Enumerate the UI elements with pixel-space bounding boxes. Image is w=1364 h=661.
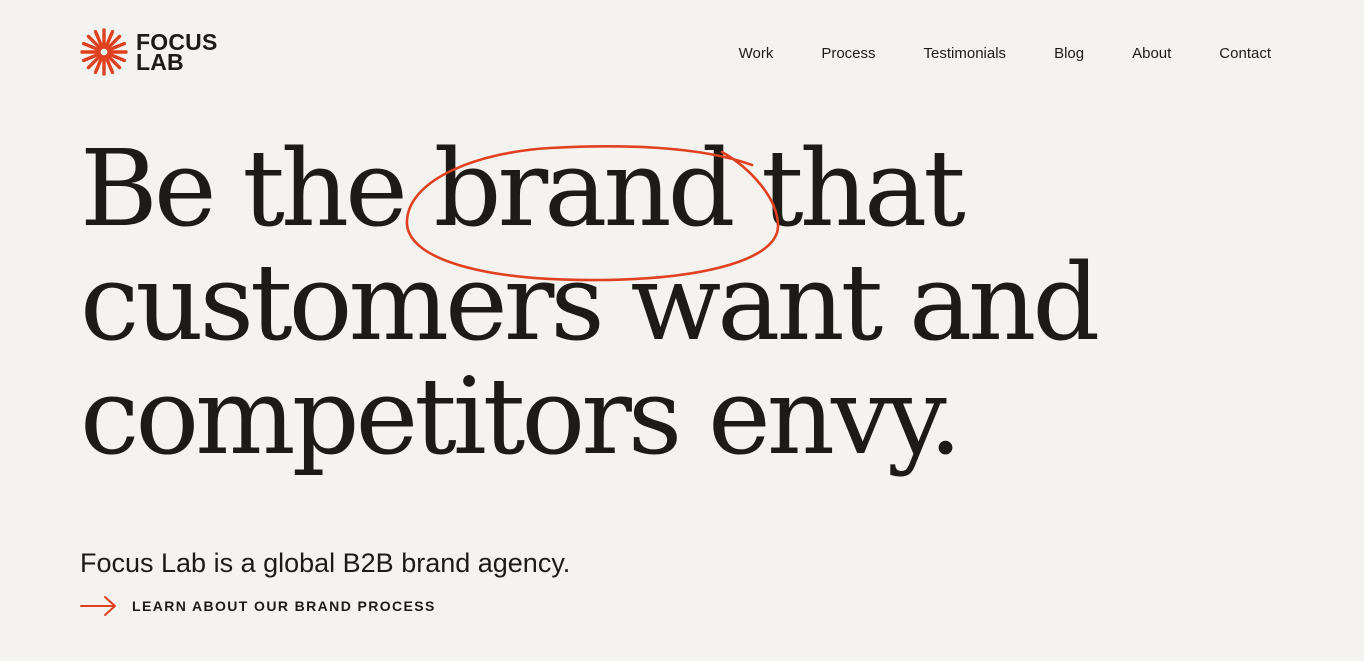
- nav-item-contact[interactable]: Contact: [1219, 44, 1271, 64]
- nav-item-testimonials[interactable]: Testimonials: [924, 44, 1007, 64]
- nav-item-blog[interactable]: Blog: [1054, 44, 1084, 64]
- sunburst-icon: [80, 28, 128, 76]
- hero-subhead: Focus Lab is a global B2B brand agency.: [80, 548, 571, 578]
- cta-label: LEARN ABOUT OUR BRAND PROCESS: [132, 598, 436, 614]
- main-nav: Work Process Testimonials Blog About Con…: [739, 44, 1271, 64]
- headline-line-3: competitors envy.: [80, 355, 962, 478]
- focus-lab-logo[interactable]: FOCUS LAB: [80, 28, 218, 76]
- arrow-right-icon: [80, 596, 116, 616]
- nav-item-about[interactable]: About: [1132, 44, 1171, 64]
- headline-line-2: customers want and: [80, 241, 1100, 364]
- learn-brand-process-link[interactable]: LEARN ABOUT OUR BRAND PROCESS: [80, 594, 436, 618]
- nav-item-work[interactable]: Work: [739, 44, 774, 64]
- homepage: FOCUS LAB Work Process Testimonials Blog…: [0, 0, 1364, 661]
- logo-line-2: LAB: [136, 49, 184, 75]
- nav-item-process[interactable]: Process: [821, 44, 875, 64]
- hero-headline: Be the brand that customers want and com…: [80, 127, 1100, 478]
- logo-wordmark: FOCUS LAB: [136, 31, 218, 75]
- headline-line-1: Be the brand that: [80, 127, 966, 250]
